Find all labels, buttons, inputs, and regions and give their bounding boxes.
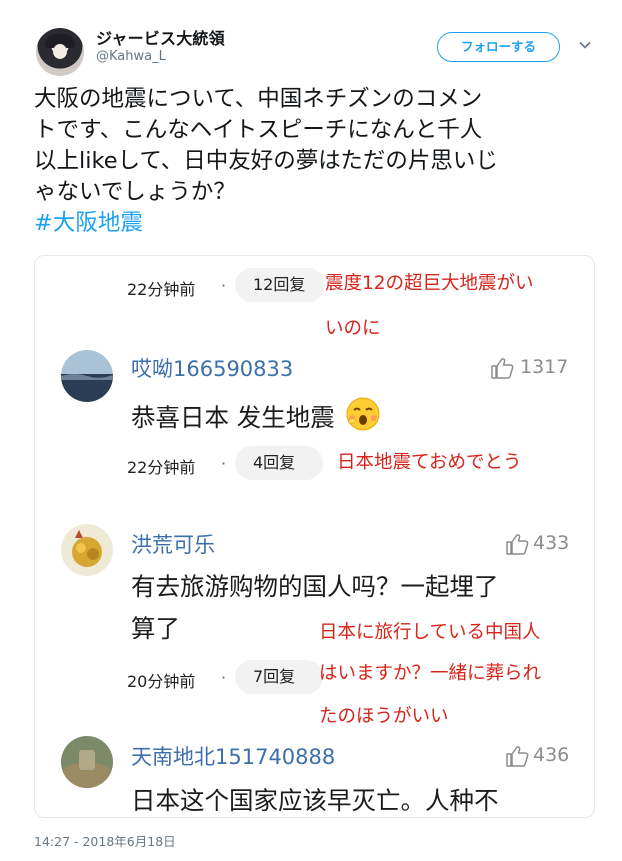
- commenter-username[interactable]: 洪荒可乐: [131, 529, 215, 559]
- comment-body-line: 日本这个国家应该早灭亡。人种不: [131, 786, 499, 815]
- like-count: 433: [533, 532, 570, 554]
- commenter-avatar[interactable]: [61, 524, 113, 576]
- commenter-username[interactable]: 哎呦166590833: [131, 353, 293, 383]
- reply-count-pill[interactable]: 4回复: [235, 446, 323, 480]
- translation-annotation: 震度12の超巨大地震がい: [325, 273, 534, 294]
- thumbs-up-icon[interactable]: [490, 357, 514, 379]
- follow-button[interactable]: フォローする: [437, 32, 560, 62]
- meta-separator: ·: [221, 276, 227, 295]
- comment-time: 22分钟前: [127, 458, 196, 477]
- translation-annotation: たのほうがいい: [319, 706, 449, 727]
- tweet-text-line: 以上likeして、日中友好の夢はただの片思いじ: [34, 148, 498, 174]
- comment-body-line: 算了: [131, 614, 180, 643]
- comment-time: 20分钟前: [127, 672, 196, 691]
- thumbs-up-icon[interactable]: [505, 745, 529, 767]
- reply-count-pill[interactable]: 12回复: [235, 268, 325, 302]
- author-avatar[interactable]: [36, 28, 84, 76]
- tweet-text: 大阪の地震について、中国ネチズンのコメン トです、こんなヘイトスピーチになんと千…: [34, 84, 594, 239]
- meta-separator: ·: [221, 454, 227, 473]
- emoji-face-icon: [346, 397, 380, 431]
- translation-annotation: 日本に旅行している中国人: [319, 622, 541, 643]
- caret-down-icon[interactable]: [578, 38, 592, 52]
- like-count: 436: [533, 744, 570, 766]
- commenter-avatar[interactable]: [61, 350, 113, 402]
- translation-annotation: はいますか？一緒に葬られ: [319, 663, 542, 684]
- tweet-text-line: 大阪の地震について、中国ネチズンのコメン: [34, 86, 483, 112]
- like-count: 1317: [520, 356, 569, 378]
- tweet-timestamp[interactable]: 14:27 - 2018年6月18日: [34, 831, 176, 850]
- embedded-screenshot[interactable]: 22分钟前 · 12回复 震度12の超巨大地震がい いのに 哎呦16659083…: [34, 255, 595, 818]
- translation-annotation: 日本地震ておめでとう: [337, 452, 522, 473]
- hashtag-link[interactable]: #大阪地震: [34, 210, 143, 236]
- comment-body-line: 恭喜日本 发生地震: [131, 403, 335, 432]
- comment-body-line: 有去旅游购物的国人吗？一起埋了: [131, 572, 499, 601]
- meta-separator: ·: [221, 668, 227, 687]
- comment-time: 22分钟前: [127, 280, 196, 299]
- author-display-name[interactable]: ジャービス大統領: [96, 25, 225, 49]
- commenter-avatar[interactable]: [61, 736, 113, 788]
- tweet-text-line: トです、こんなヘイトスピーチになんと千人: [34, 117, 483, 143]
- thumbs-up-icon[interactable]: [505, 533, 529, 555]
- comment-body: 恭喜日本 发生地震: [131, 396, 381, 438]
- author-handle[interactable]: @Kahwa_L: [96, 49, 166, 64]
- translation-annotation: いのに: [325, 318, 381, 339]
- commenter-username[interactable]: 天南地北151740888: [131, 741, 335, 771]
- reply-count-pill[interactable]: 7回复: [235, 660, 323, 694]
- tweet-text-line: ゃないでしょうか？: [34, 179, 236, 205]
